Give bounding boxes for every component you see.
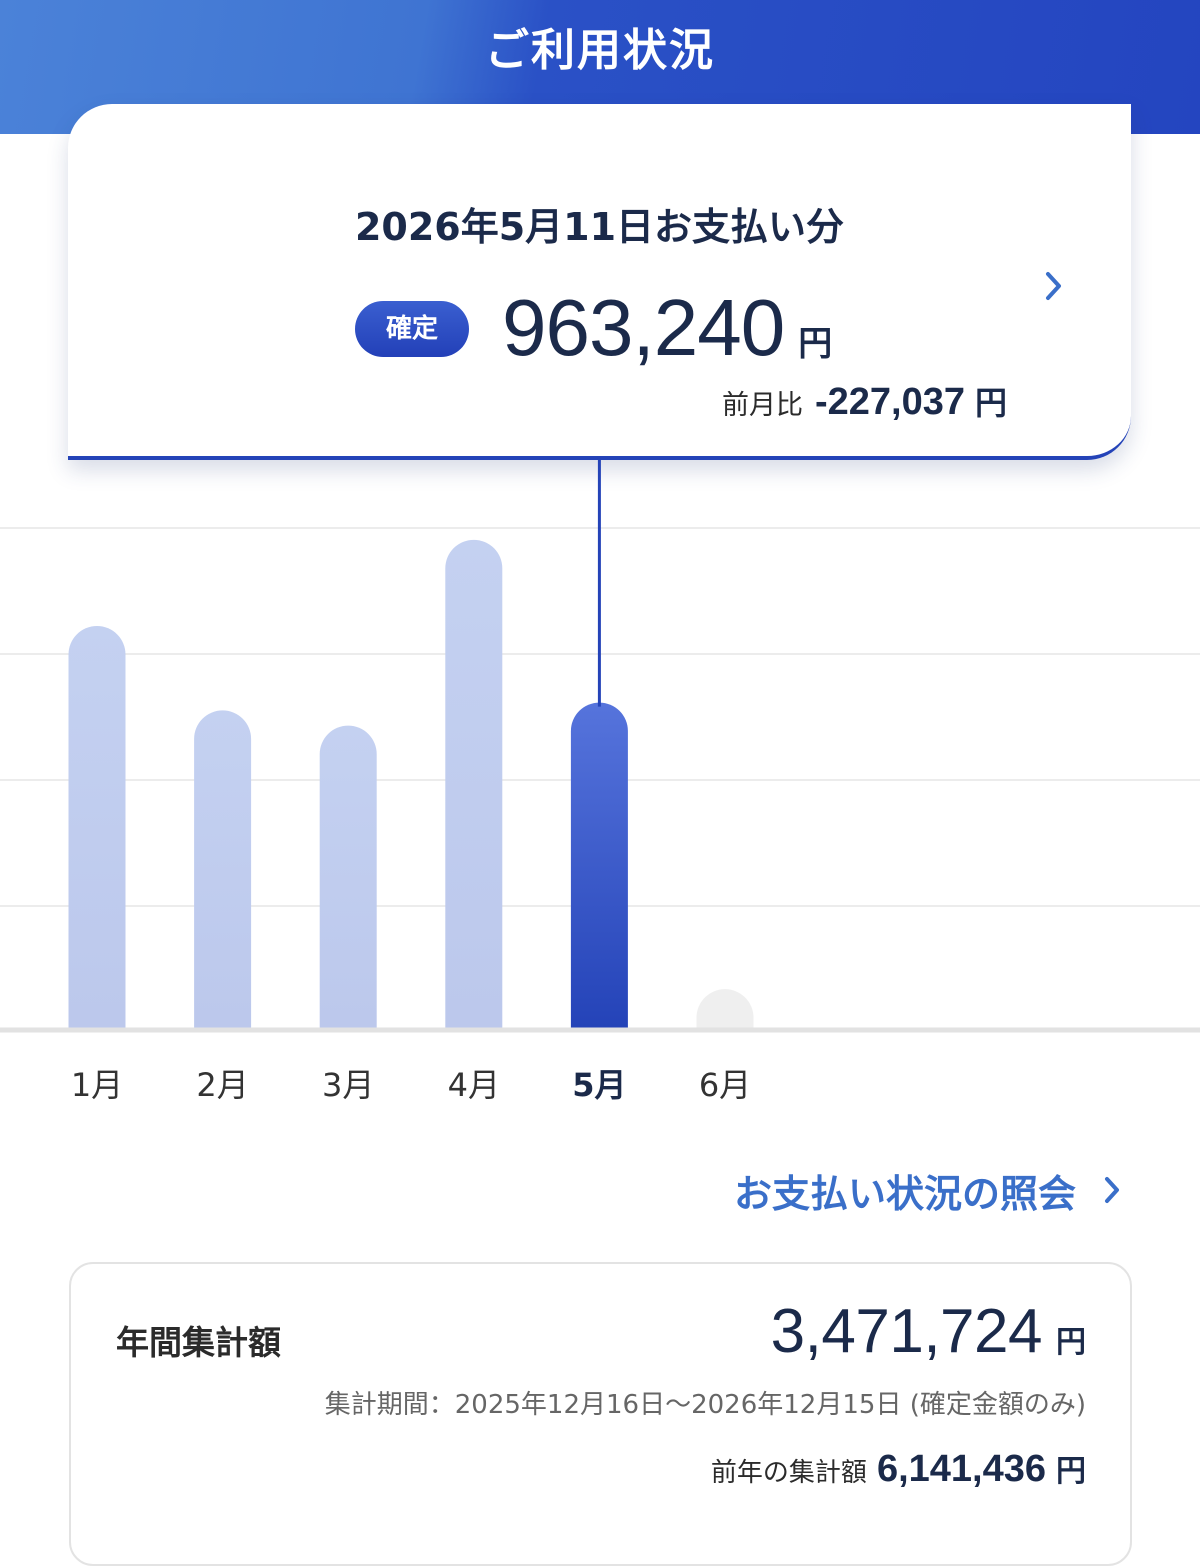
payment-amount-row: 963,240 円	[502, 282, 832, 372]
payment-summary-card[interactable]: 2026年5月11日お支払い分 確定 963,240 円 前月比 -227,03…	[68, 104, 1131, 460]
month-label-5月[interactable]: 5月	[549, 1060, 649, 1106]
page-title: ご利用状況	[485, 25, 715, 76]
bar-5月[interactable]	[570, 702, 628, 1028]
payment-amount-unit: 円	[798, 324, 833, 364]
bar-3月[interactable]	[319, 725, 377, 1028]
previous-year-value: 6,141,436	[876, 1448, 1046, 1490]
bar-4月[interactable]	[445, 539, 503, 1028]
previous-year-label: 前年の集計額	[710, 1458, 867, 1488]
annual-amount: 3,471,724	[770, 1297, 1043, 1366]
annual-amount-unit: 円	[1056, 1325, 1086, 1360]
chart-canvas	[0, 456, 1200, 1033]
bar-6月[interactable]	[696, 989, 754, 1028]
aggregation-period: 集計期間：2025年12月16日〜2026年12月15日 (確定金額のみ)	[324, 1390, 1086, 1420]
month-label-3月[interactable]: 3月	[298, 1060, 398, 1106]
annual-total-label: 年間集計額	[116, 1323, 281, 1362]
payment-history-link-label: お支払い状況の照会	[733, 1171, 1076, 1216]
month-label-6月[interactable]: 6月	[675, 1060, 775, 1106]
month-over-month-row: 前月比 -227,037 円	[722, 378, 1007, 428]
status-badge: 確定	[355, 301, 469, 357]
bar-1月[interactable]	[68, 625, 126, 1028]
month-label-4月[interactable]: 4月	[424, 1060, 524, 1106]
previous-year-row: 前年の集計額 6,141,436 円	[711, 1446, 1086, 1491]
annual-total-card: 年間集計額 3,471,724 円 集計期間：2025年12月16日〜2026年…	[69, 1262, 1132, 1566]
month-label-1月[interactable]: 1月	[47, 1060, 147, 1106]
payment-amount: 963,240	[502, 283, 785, 372]
mom-label: 前月比	[721, 390, 803, 421]
mom-unit: 円	[974, 384, 1007, 422]
chevron-right-icon	[1105, 1177, 1119, 1203]
month-label-2月[interactable]: 2月	[173, 1060, 273, 1106]
payment-date: 2026年5月11日お支払い分	[354, 205, 845, 249]
monthly-usage-chart: 1月 2月 3月 4月 5月 6月	[0, 456, 1200, 1116]
chevron-right-icon	[1046, 272, 1061, 300]
bar-2月[interactable]	[194, 710, 252, 1028]
payment-history-link[interactable]: お支払い状況の照会	[734, 1162, 1122, 1218]
previous-year-unit: 円	[1056, 1454, 1086, 1489]
annual-amount-row: 3,471,724 円	[771, 1296, 1086, 1367]
mom-value: -227,037	[814, 381, 965, 423]
